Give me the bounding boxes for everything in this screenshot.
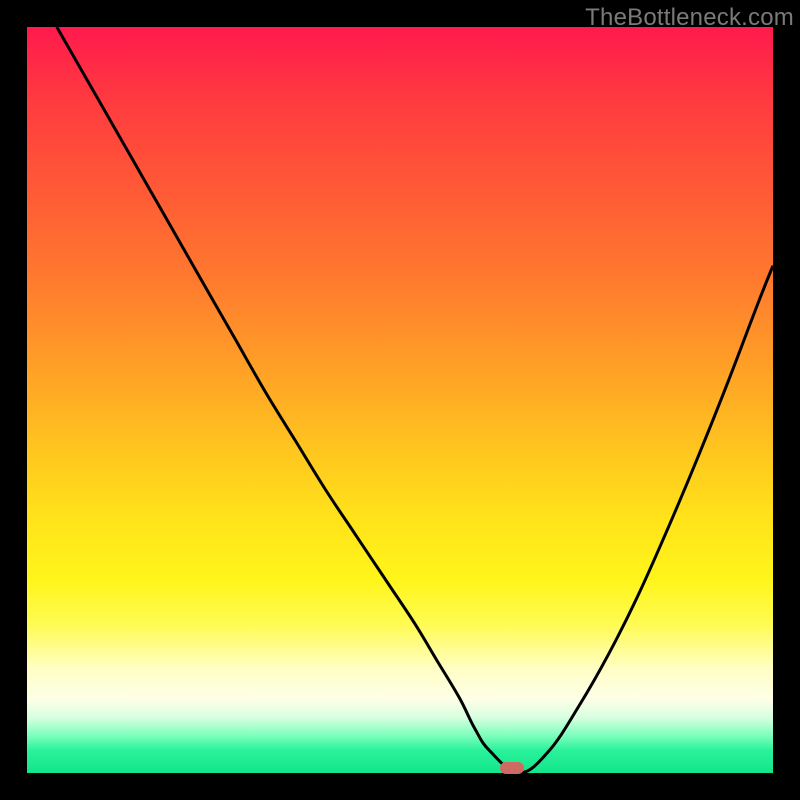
optimal-point-marker [500, 762, 524, 774]
chart-frame: TheBottleneck.com [0, 0, 800, 800]
watermark-text: TheBottleneck.com [585, 4, 794, 32]
plot-area [27, 27, 773, 773]
bottleneck-curve [27, 27, 773, 773]
